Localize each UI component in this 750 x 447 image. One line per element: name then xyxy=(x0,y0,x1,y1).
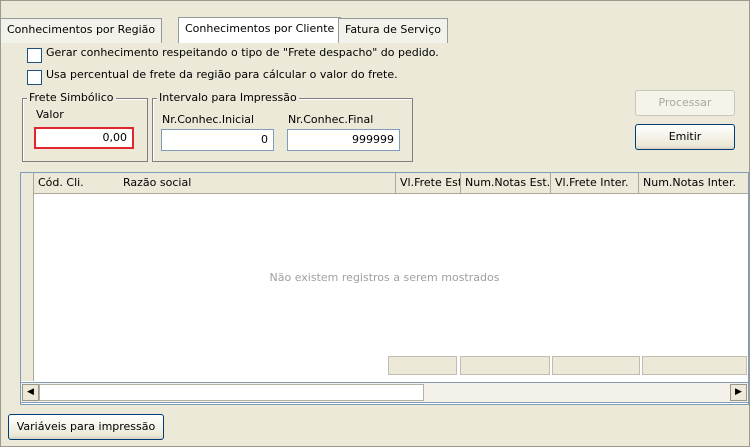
grid-header: Cód. Cli. Razão social Vl.Frete Est. Num… xyxy=(21,173,748,194)
grid-row-indicator-column xyxy=(21,193,34,381)
footer-total-vl-frete-inter xyxy=(552,356,640,375)
column-razao-social[interactable]: Razão social xyxy=(119,173,396,193)
percentual-regiao-checkbox[interactable] xyxy=(27,70,42,85)
emitir-button[interactable]: Emitir xyxy=(635,124,735,150)
column-num-notas-est[interactable]: Num.Notas Est. xyxy=(461,173,551,193)
valor-label: Valor xyxy=(36,108,64,121)
frete-despacho-label: Gerar conhecimento respeitando o tipo de… xyxy=(46,46,439,59)
scroll-left-icon[interactable]: ◀ xyxy=(22,384,39,401)
results-grid[interactable]: Cód. Cli. Razão social Vl.Frete Est. Num… xyxy=(20,172,749,405)
empty-grid-message: Não existem registros a serem mostrados xyxy=(269,271,500,284)
nr-conhec-inicial-input[interactable]: 0 xyxy=(161,129,274,151)
column-vl-frete-est[interactable]: Vl.Frete Est. xyxy=(396,173,461,193)
horizontal-scrollbar[interactable]: ◀ ▶ xyxy=(20,382,749,403)
nr-conhec-final-label: Nr.Conhec.Final xyxy=(288,113,374,126)
nr-conhec-inicial-label: Nr.Conhec.Inicial xyxy=(162,113,255,126)
column-num-notas-inter[interactable]: Num.Notas Inter. xyxy=(639,173,748,193)
footer-total-num-notas-inter xyxy=(642,356,747,375)
tab-fatura-de-servico[interactable]: Fatura de Serviço xyxy=(338,18,448,43)
scroll-right-icon[interactable]: ▶ xyxy=(730,384,747,401)
frete-despacho-checkbox[interactable] xyxy=(27,48,42,63)
valor-input[interactable]: 0,00 xyxy=(34,127,134,149)
intervalo-impressao-title: Intervalo para Impressão xyxy=(157,91,299,104)
variaveis-impressao-button[interactable]: Variáveis para impressão xyxy=(8,414,164,440)
tab-conhecimentos-por-regiao[interactable]: Conhecimentos por Região xyxy=(0,18,163,43)
footer-total-vl-frete-est xyxy=(388,356,457,375)
tab-conhecimentos-por-cliente[interactable]: Conhecimentos por Cliente xyxy=(178,17,342,43)
grid-row-indicator-header xyxy=(21,173,34,193)
column-vl-frete-inter[interactable]: Vl.Frete Inter. xyxy=(551,173,639,193)
footer-total-num-notas-est xyxy=(460,356,550,375)
scrollbar-thumb[interactable] xyxy=(39,384,424,401)
percentual-regiao-label: Usa percentual de frete da região para c… xyxy=(46,68,398,81)
frete-simbolico-title: Frete Simbólico xyxy=(27,91,116,104)
column-cod-cli[interactable]: Cód. Cli. xyxy=(34,173,119,193)
nr-conhec-final-input[interactable]: 999999 xyxy=(287,129,400,151)
processar-button[interactable]: Processar xyxy=(635,90,735,116)
